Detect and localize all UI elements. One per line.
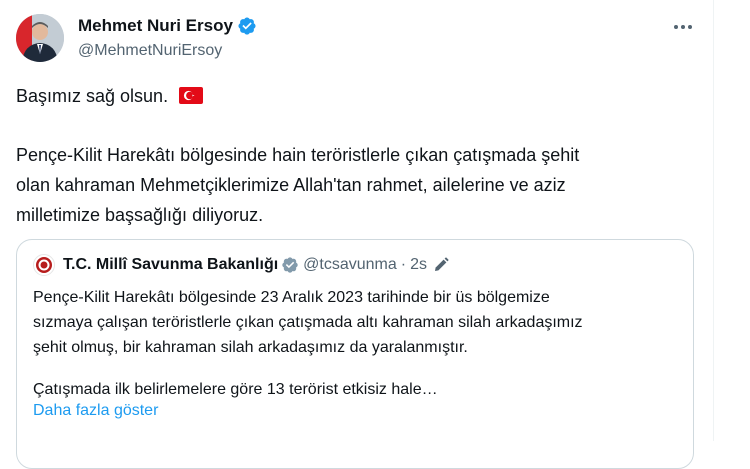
quoted-author-avatar[interactable]	[33, 254, 55, 276]
tweet-first-line: Başımız sağ olsun.	[16, 81, 204, 113]
verified-badge-icon	[237, 16, 257, 36]
tweet-header: Mehmet Nuri Ersoy @MehmetNuriErsoy	[78, 15, 257, 60]
quoted-text-line-truncated: Çatışmada ilk belirlemelere göre 13 terö…	[33, 381, 438, 398]
quoted-tweet[interactable]: T.C. Millî Savunma Bakanlığı @tcsavunma …	[16, 239, 694, 469]
separator-dot: ·	[400, 256, 407, 273]
author-avatar[interactable]	[16, 14, 64, 62]
more-horizontal-icon	[674, 25, 692, 29]
tweet-paragraph-line: Pençe-Kilit Harekâtı bölgesinde hain ter…	[16, 145, 580, 165]
more-options-button[interactable]	[667, 14, 699, 40]
author-name[interactable]: Mehmet Nuri Ersoy	[78, 16, 233, 36]
tweet-greeting: Başımız sağ olsun.	[16, 86, 169, 106]
avatar-portrait	[16, 14, 64, 62]
quoted-tweet-text: Pençe-Kilit Harekâtı bölgesinde 23 Aralı…	[33, 285, 583, 402]
quoted-text-line: şehit olmuş, bir kahraman silah arkadaşı…	[33, 339, 468, 356]
timeline-divider	[713, 0, 714, 441]
tweet-paragraph: Pençe-Kilit Harekâtı bölgesinde hain ter…	[16, 140, 579, 230]
quoted-text-line: sızmaya çalışan teröristlerle çıkan çatı…	[33, 314, 583, 331]
turkey-flag-icon	[179, 83, 204, 113]
tweet-paragraph-line: milletimize başsağlığı diliyoruz.	[16, 205, 264, 225]
author-handle[interactable]: @MehmetNuriErsoy	[78, 42, 257, 60]
edit-pencil-icon	[433, 257, 449, 273]
show-more-link[interactable]: Daha fazla göster	[33, 402, 158, 420]
quoted-text-line: Pençe-Kilit Harekâtı bölgesinde 23 Aralı…	[33, 289, 550, 306]
quoted-author-name[interactable]: T.C. Millî Savunma Bakanlığı	[63, 256, 278, 274]
quoted-timestamp[interactable]: 2s	[410, 256, 427, 274]
quoted-tweet-header: T.C. Millî Savunma Bakanlığı @tcsavunma …	[33, 254, 449, 276]
quoted-author-handle[interactable]: @tcsavunma	[303, 256, 397, 274]
tweet-paragraph-line: olan kahraman Mehmetçiklerimize Allah'ta…	[16, 175, 566, 195]
ministry-emblem-icon	[36, 257, 52, 273]
verified-badge-icon	[281, 256, 299, 274]
